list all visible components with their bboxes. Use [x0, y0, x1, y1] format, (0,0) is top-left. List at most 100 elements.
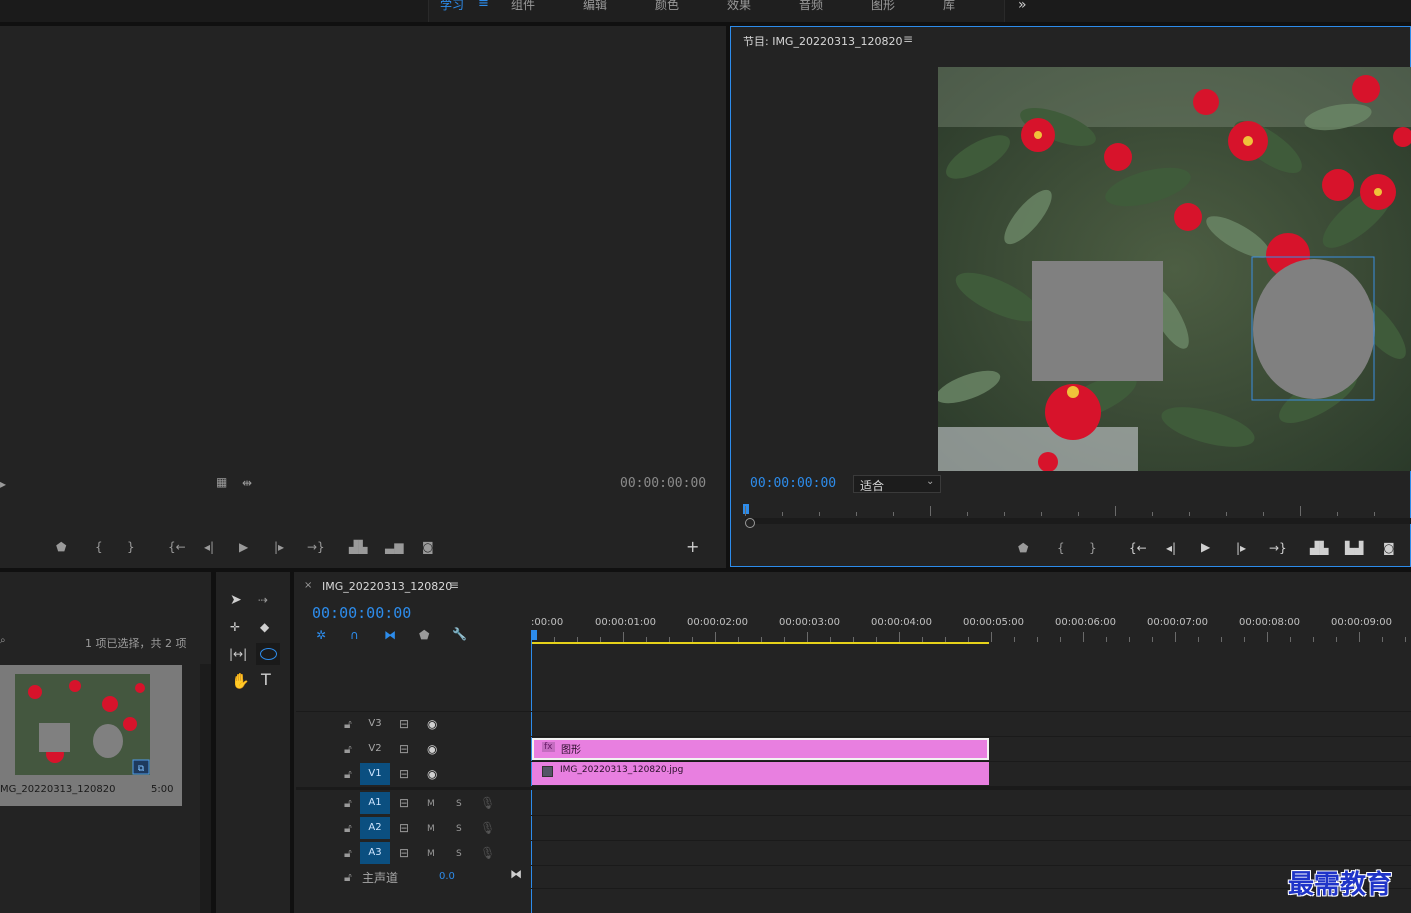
solo-button[interactable]: S [456, 822, 462, 836]
track-label[interactable]: A3 [360, 842, 390, 864]
type-tool-icon[interactable]: T [261, 672, 271, 688]
track-lane-v3[interactable] [531, 712, 1411, 737]
track-label[interactable]: V1 [360, 763, 390, 785]
insert-range-icon[interactable]: ⇹ [242, 476, 252, 490]
wrench-icon[interactable]: 🔧 [452, 627, 467, 641]
program-timecode[interactable]: 00:00:00:00 [750, 476, 836, 491]
panel-menu-icon[interactable]: ≡ [449, 578, 459, 592]
extract-icon[interactable]: ▙▟ [1345, 541, 1363, 555]
workspace-tab-audio[interactable]: 音频 [799, 0, 823, 13]
eye-icon[interactable]: ◉ [427, 767, 437, 781]
image-clip[interactable]: IMG_20220313_120820.jpg [532, 762, 989, 785]
add-marker-icon[interactable]: ⬟ [1018, 541, 1028, 555]
overwrite-icon[interactable]: ▃▆ [385, 540, 403, 554]
workspace-tab-assembly[interactable]: 组件 [511, 0, 535, 13]
track-select-tool-icon[interactable]: ⇢ [258, 593, 268, 607]
lock-icon[interactable]: 🔓︎ [344, 742, 352, 756]
snap-magnet-icon[interactable]: ∩ [350, 628, 359, 642]
playhead-marker[interactable] [743, 504, 749, 514]
track-lane-a1[interactable] [531, 791, 1411, 816]
export-frame-icon[interactable]: ◙ [1383, 541, 1395, 555]
slip-tool-icon[interactable]: |↔| [229, 647, 247, 661]
microphone-icon[interactable]: 🎙︎ [480, 846, 495, 860]
sync-lock-icon[interactable]: ⊟ [399, 717, 409, 731]
lock-icon[interactable]: 🔓︎ [344, 821, 352, 835]
lock-icon[interactable]: 🔓︎ [344, 717, 352, 731]
sync-lock-icon[interactable]: ⊟ [399, 846, 409, 860]
track-label[interactable]: A1 [360, 792, 390, 814]
step-forward-icon[interactable]: |▸ [274, 540, 284, 554]
step-forward-icon[interactable]: |▸ [1236, 541, 1246, 555]
mark-in-icon[interactable]: { [95, 540, 103, 554]
go-to-in-icon[interactable]: {← [168, 540, 186, 554]
workspace-tab-effects[interactable]: 效果 [727, 0, 751, 13]
search-icon[interactable]: ⌕ [0, 634, 6, 648]
insert-icon[interactable]: ▟▙ [349, 540, 367, 554]
step-back-icon[interactable]: ◂| [1166, 541, 1176, 555]
mute-button[interactable]: M [427, 847, 435, 861]
hamburger-icon[interactable]: ≡ [478, 0, 489, 11]
go-to-in-icon[interactable]: {← [1129, 541, 1147, 555]
mark-in-icon[interactable]: { [1057, 541, 1065, 555]
program-monitor-title[interactable]: 节目: IMG_20220313_120820 [743, 33, 902, 49]
lock-icon[interactable]: 🔓︎ [344, 796, 352, 810]
track-lane-a3[interactable] [531, 841, 1411, 866]
lock-icon[interactable]: 🔓︎ [344, 767, 352, 781]
track-lane-v1[interactable]: IMG_20220313_120820.jpg [531, 762, 1411, 787]
mark-out-icon[interactable]: } [127, 540, 135, 554]
export-frame-icon[interactable]: ◙ [422, 540, 434, 554]
go-to-end-icon[interactable]: ⧓ [510, 867, 522, 881]
overflow-icon[interactable]: » [1018, 0, 1027, 13]
track-lane-master[interactable] [531, 866, 1411, 889]
razor-tool-icon[interactable]: ◆ [260, 620, 269, 634]
eye-icon[interactable]: ◉ [427, 717, 437, 731]
hand-tool-icon[interactable]: ✋ [231, 674, 250, 689]
workspace-tab-editing[interactable]: 编辑 [583, 0, 607, 13]
close-tab-icon[interactable]: × [304, 580, 312, 591]
sync-lock-icon[interactable]: ⊟ [399, 796, 409, 810]
source-timecode[interactable]: 00:00:00:00 [620, 476, 706, 491]
lift-icon[interactable]: ▟▙ [1310, 541, 1328, 555]
microphone-icon[interactable]: 🎙︎ [480, 821, 495, 835]
workspace-tab-learn[interactable]: 学习 [440, 0, 464, 13]
mute-button[interactable]: M [427, 797, 435, 811]
program-video-frame[interactable] [938, 67, 1411, 471]
play-icon[interactable]: ▶ [1201, 540, 1210, 554]
play-icon[interactable]: ▶ [239, 540, 248, 554]
track-lane-v2[interactable]: fx 图形 [531, 737, 1411, 762]
ellipse-tool-button[interactable] [256, 643, 280, 665]
timeline-playhead[interactable] [531, 630, 537, 640]
linked-selection-icon[interactable]: ⧓ [384, 628, 396, 642]
zoom-handle-icon[interactable] [745, 518, 755, 528]
sync-lock-icon[interactable]: ⊟ [399, 821, 409, 835]
microphone-icon[interactable]: 🎙︎ [480, 796, 495, 810]
add-marker-icon[interactable]: ⬟ [419, 628, 429, 642]
work-area-bar[interactable] [531, 642, 989, 644]
step-back-icon[interactable]: ◂| [204, 540, 214, 554]
sync-lock-icon[interactable]: ⊟ [399, 767, 409, 781]
track-lane-a2[interactable] [531, 816, 1411, 841]
panel-menu-icon[interactable]: ≡ [903, 32, 913, 46]
track-label[interactable]: V2 [360, 738, 390, 760]
mute-button[interactable]: M [427, 822, 435, 836]
graphic-clip[interactable]: fx 图形 [532, 738, 989, 760]
go-to-out-icon[interactable]: →} [307, 540, 325, 554]
track-label[interactable]: A2 [360, 817, 390, 839]
nest-toggle-icon[interactable]: ✲ [316, 628, 326, 642]
drop-frame-icon[interactable]: ▦ [216, 475, 227, 489]
workspace-tab-color[interactable]: 颜色 [655, 0, 679, 13]
selection-tool-icon[interactable]: ➤ [230, 593, 242, 607]
solo-button[interactable]: S [456, 797, 462, 811]
sequence-tab[interactable]: IMG_20220313_120820 [322, 580, 452, 593]
lock-icon[interactable]: 🔓︎ [344, 870, 352, 884]
fit-dropdown[interactable]: 适合 ⌄ [853, 475, 941, 493]
program-scrub-bar[interactable] [745, 518, 1411, 524]
eye-icon[interactable]: ◉ [427, 742, 437, 756]
workspace-tab-graphics[interactable]: 图形 [871, 0, 895, 13]
lock-icon[interactable]: 🔓︎ [344, 846, 352, 860]
ripple-edit-tool-icon[interactable]: ✛ [230, 620, 240, 634]
sync-lock-icon[interactable]: ⊟ [399, 742, 409, 756]
master-volume-value[interactable]: 0.0 [439, 871, 455, 882]
workspace-tab-libraries[interactable]: 库 [943, 0, 955, 13]
track-label[interactable]: V3 [360, 713, 390, 735]
